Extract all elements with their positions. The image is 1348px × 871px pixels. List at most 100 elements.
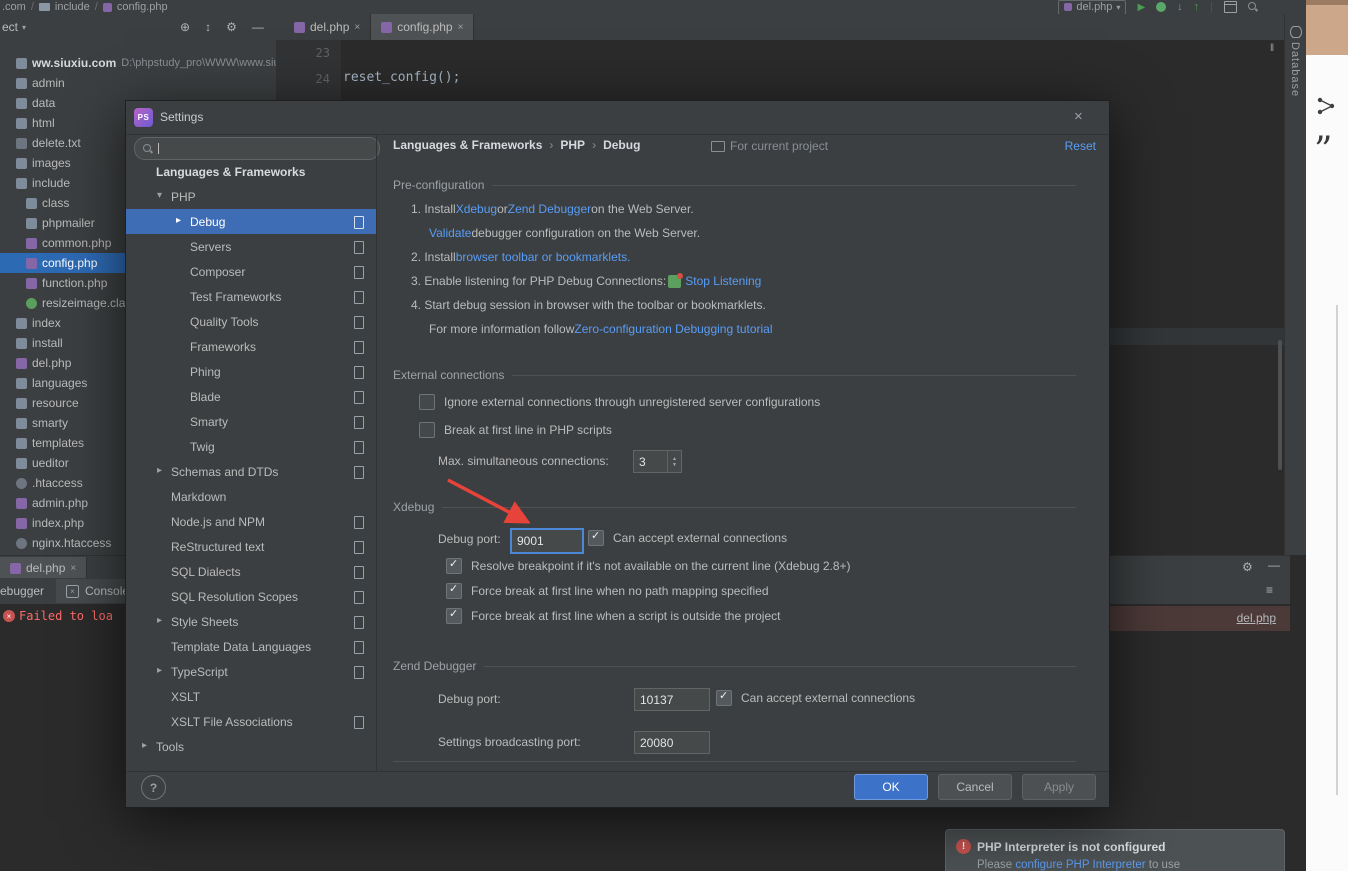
gear-icon[interactable]: ⚙ [226, 20, 237, 34]
reset-link[interactable]: Reset [1065, 139, 1096, 153]
settings-tree-item-tools[interactable]: ▸ Tools [126, 734, 376, 759]
link[interactable]: Validate [429, 226, 471, 240]
debug-button[interactable] [1156, 2, 1167, 12]
debugger-tab[interactable]: ebugger [0, 584, 44, 598]
broadcast-port-label: Settings broadcasting port: [438, 735, 581, 749]
expand-arrow-icon[interactable]: ▸ [142, 740, 147, 751]
settings-tree-item-restructured-text[interactable]: ReStructured text [126, 534, 376, 559]
spinner-arrows[interactable]: ▲ ▼ [667, 451, 681, 472]
settings-tree-item-xslt-file-associations[interactable]: XSLT File Associations [126, 709, 376, 734]
settings-search-input[interactable] [134, 137, 380, 160]
settings-tree-item-node-js-and-npm[interactable]: Node.js and NPM [126, 509, 376, 534]
hide-panel-icon[interactable]: — [1268, 558, 1280, 572]
close-icon[interactable]: × [458, 22, 464, 33]
checkbox-checked[interactable] [446, 607, 462, 624]
expand-arrow-icon[interactable]: ▸ [157, 615, 162, 626]
expand-arrow-icon[interactable]: ▸ [157, 665, 162, 676]
checkbox[interactable] [419, 422, 435, 438]
tab-bar: ect ▾ ⊕ ↕ ⚙ — del.php × config.php × [0, 14, 1284, 41]
settings-tree-item-frameworks[interactable]: Frameworks [126, 334, 376, 359]
settings-tree-item-phing[interactable]: Phing [126, 359, 376, 384]
link[interactable]: Xdebug [456, 202, 497, 216]
settings-tree-item-test-frameworks[interactable]: Test Frameworks [126, 284, 376, 309]
settings-tree-item-sql-resolution-scopes[interactable]: SQL Resolution Scopes [126, 584, 376, 609]
settings-tree-item-markdown[interactable]: Markdown [126, 484, 376, 509]
link[interactable]: Zero-configuration Debugging tutorial [574, 322, 772, 336]
close-icon[interactable]: × [354, 22, 360, 33]
zend-port-field[interactable]: 10137 [634, 688, 710, 711]
checkbox-checked[interactable] [446, 557, 462, 574]
scrollbar[interactable] [1336, 305, 1338, 795]
settings-tree-item-quality-tools[interactable]: Quality Tools [126, 309, 376, 334]
tool-windows-icon[interactable] [1224, 1, 1237, 13]
settings-tree-item-xslt[interactable]: XSLT [126, 684, 376, 709]
expand-arrow-icon[interactable]: ▸ [176, 215, 181, 226]
arrow-down-icon[interactable]: ▼ [672, 462, 677, 468]
expand-arrow-icon[interactable]: ▸ [157, 465, 162, 476]
settings-tree-item-servers[interactable]: Servers [126, 234, 376, 259]
settings-tree-item-style-sheets[interactable]: ▸ Style Sheets [126, 609, 376, 634]
breadcrumb-folder[interactable]: include [55, 1, 90, 13]
editor-tab-config-php[interactable]: config.php × [371, 14, 475, 40]
pin-icons[interactable]: ‖ [1270, 43, 1274, 54]
dialog-titlebar[interactable]: PS Settings × [126, 101, 1109, 135]
settings-tree-item-php[interactable]: ▾ PHP [126, 184, 376, 209]
settings-tree-item-debug[interactable]: ▸ Debug [126, 209, 376, 234]
notification-balloon[interactable]: ! PHP Interpreter is not configured Plea… [945, 829, 1285, 871]
update-project-icon[interactable]: ↓ [1177, 1, 1183, 13]
broadcast-port-field[interactable]: 20080 [634, 731, 710, 754]
gear-icon[interactable]: ⚙ [1242, 560, 1253, 574]
settings-tree-item-sql-dialects[interactable]: SQL Dialects [126, 559, 376, 584]
settings-tree-item-blade[interactable]: Blade [126, 384, 376, 409]
settings-tree-item-template-data-languages[interactable]: Template Data Languages [126, 634, 376, 659]
breadcrumb-segment[interactable]: Languages & Frameworks [393, 138, 542, 152]
menu-icon[interactable]: ≡ [1266, 583, 1273, 597]
checkbox-checked[interactable] [716, 689, 732, 706]
run-button[interactable]: ▶ [1137, 2, 1145, 13]
breadcrumb-segment[interactable]: Debug [603, 138, 640, 152]
breadcrumb-root[interactable]: .com [2, 1, 26, 13]
editor-tab-del-php[interactable]: del.php × [284, 14, 372, 40]
settings-tree-item-schemas-and-dtds[interactable]: ▸ Schemas and DTDs [126, 459, 376, 484]
project-toolwindow-header[interactable]: ect ▾ [2, 14, 26, 40]
debug-session-tab[interactable]: del.php × [0, 557, 88, 579]
breadcrumb-file[interactable]: config.php [117, 1, 168, 13]
run-configuration-combo[interactable]: del.php ▾ [1058, 0, 1127, 15]
editor-scrollbar[interactable] [1278, 340, 1282, 470]
locate-file-icon[interactable]: ⊕ [180, 20, 190, 34]
settings-tree-item-typescript[interactable]: ▸ TypeScript [126, 659, 376, 684]
settings-tree-item-smarty[interactable]: Smarty [126, 409, 376, 434]
link[interactable]: Zend Debugger [508, 202, 591, 216]
settings-tree-item-composer[interactable]: Composer [126, 259, 376, 284]
search-everywhere-icon[interactable] [1248, 2, 1258, 12]
apply-button[interactable]: Apply [1022, 774, 1096, 800]
commit-icon[interactable]: ↑ [1194, 1, 1200, 13]
settings-tree-item-languages-frameworks[interactable]: Languages & Frameworks [126, 159, 376, 184]
checkbox-checked[interactable] [446, 582, 462, 599]
help-button[interactable]: ? [141, 775, 166, 800]
project-tree-item-admin[interactable]: admin [0, 73, 276, 93]
configure-interpreter-link[interactable]: configure PHP Interpreter [1015, 859, 1145, 871]
max-connections-spinner[interactable]: 3 ▲ ▼ [633, 450, 682, 473]
frame-row[interactable]: del.php [1108, 606, 1290, 631]
database-stripe-button[interactable]: Database [1289, 42, 1301, 97]
settings-tree-item-twig[interactable]: Twig [126, 434, 376, 459]
project-root-row[interactable]: ww.siuxiu.com D:\phpstudy_pro\WWW\www.si… [0, 53, 276, 73]
xdebug-port-field[interactable]: 9001 [510, 528, 584, 554]
hide-panel-icon[interactable]: — [252, 20, 264, 34]
checkbox-checked[interactable] [588, 529, 604, 546]
cancel-button[interactable]: Cancel [938, 774, 1012, 800]
share-icon[interactable] [1316, 96, 1336, 116]
breadcrumb-segment[interactable]: PHP [560, 138, 585, 152]
close-icon[interactable]: × [70, 563, 76, 574]
close-icon[interactable]: × [1074, 108, 1083, 125]
link[interactable]: browser toolbar or bookmarklets. [456, 250, 631, 264]
ok-button[interactable]: OK [854, 774, 928, 800]
quote-icon[interactable]: ” [1314, 133, 1332, 169]
link[interactable]: Stop Listening [685, 274, 761, 288]
checkbox[interactable] [419, 394, 435, 410]
expand-arrow-icon[interactable]: ▾ [157, 190, 162, 201]
expand-collapse-icon[interactable]: ↕ [205, 20, 211, 34]
tab-label: Console [85, 584, 130, 598]
frame-file-link[interactable]: del.php [1237, 611, 1276, 625]
